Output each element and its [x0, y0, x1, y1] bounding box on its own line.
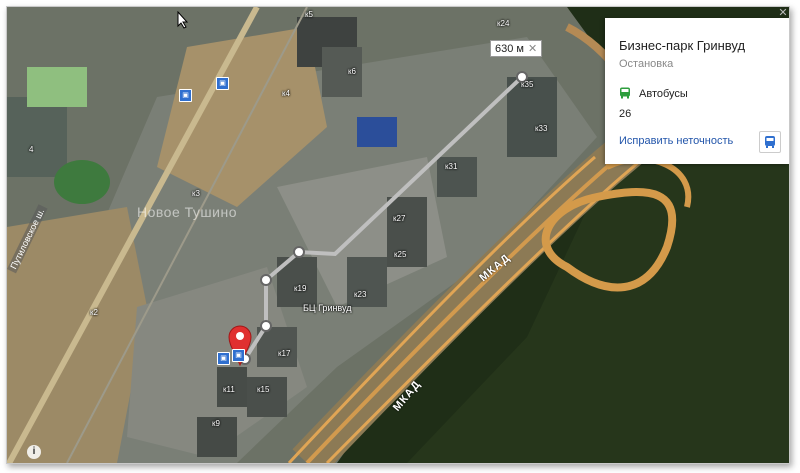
building-label: к11 — [223, 385, 235, 394]
building-label: к2 — [90, 308, 98, 317]
building-label: к31 — [445, 162, 458, 171]
building-label: к6 — [348, 67, 356, 76]
bus-stop-marker-icon[interactable]: ▣ — [217, 352, 230, 365]
stop-info-card: Бизнес-парк Гринвуд Остановка Автобусы 2… — [605, 18, 789, 164]
stop-title: Бизнес-парк Гринвуд — [619, 38, 746, 53]
close-ruler-icon[interactable]: ✕ — [528, 43, 537, 55]
route-point — [293, 246, 305, 258]
building-label: к33 — [535, 124, 548, 133]
map-window: Новое Тушино Путиловское ш. МКАД МКАД БЦ… — [6, 6, 790, 464]
building-label: к23 — [354, 290, 367, 299]
stop-subtitle: Остановка — [619, 58, 674, 70]
route-point — [260, 320, 272, 332]
building-label: к3 — [192, 189, 200, 198]
bus-button[interactable] — [759, 131, 781, 153]
district-label: Новое Тушино — [137, 204, 237, 220]
building-label: к27 — [393, 214, 406, 223]
building-label: к15 — [257, 385, 270, 394]
bus-stop-marker-icon[interactable]: ▣ — [216, 77, 229, 90]
building-label: к24 — [497, 19, 510, 28]
route-point — [260, 274, 272, 286]
distance-value: 630 м — [495, 43, 524, 55]
building-label: к35 — [521, 80, 534, 89]
distance-label: 630 м ✕ — [490, 40, 543, 57]
building-label: к5 — [305, 10, 313, 19]
route-number[interactable]: 26 — [619, 108, 631, 120]
bus-stop-marker-icon[interactable]: ▣ — [179, 89, 192, 102]
bus-stop-marker-icon[interactable]: ▣ — [232, 349, 245, 362]
mouse-cursor-icon — [177, 11, 189, 29]
building-label: к9 — [212, 419, 220, 428]
info-button[interactable]: i — [27, 445, 41, 459]
fix-inaccuracy-link[interactable]: Исправить неточность — [619, 135, 733, 147]
building-label: к4 — [282, 89, 290, 98]
transport-type: Автобусы — [639, 88, 688, 100]
building-label: 4 — [29, 145, 34, 154]
bus-button-icon — [765, 136, 775, 148]
poi-label: БЦ Гринвуд — [303, 303, 352, 313]
building-label: к19 — [294, 284, 307, 293]
building-label: к17 — [278, 349, 291, 358]
bus-icon — [620, 87, 630, 99]
building-label: к25 — [394, 250, 407, 259]
